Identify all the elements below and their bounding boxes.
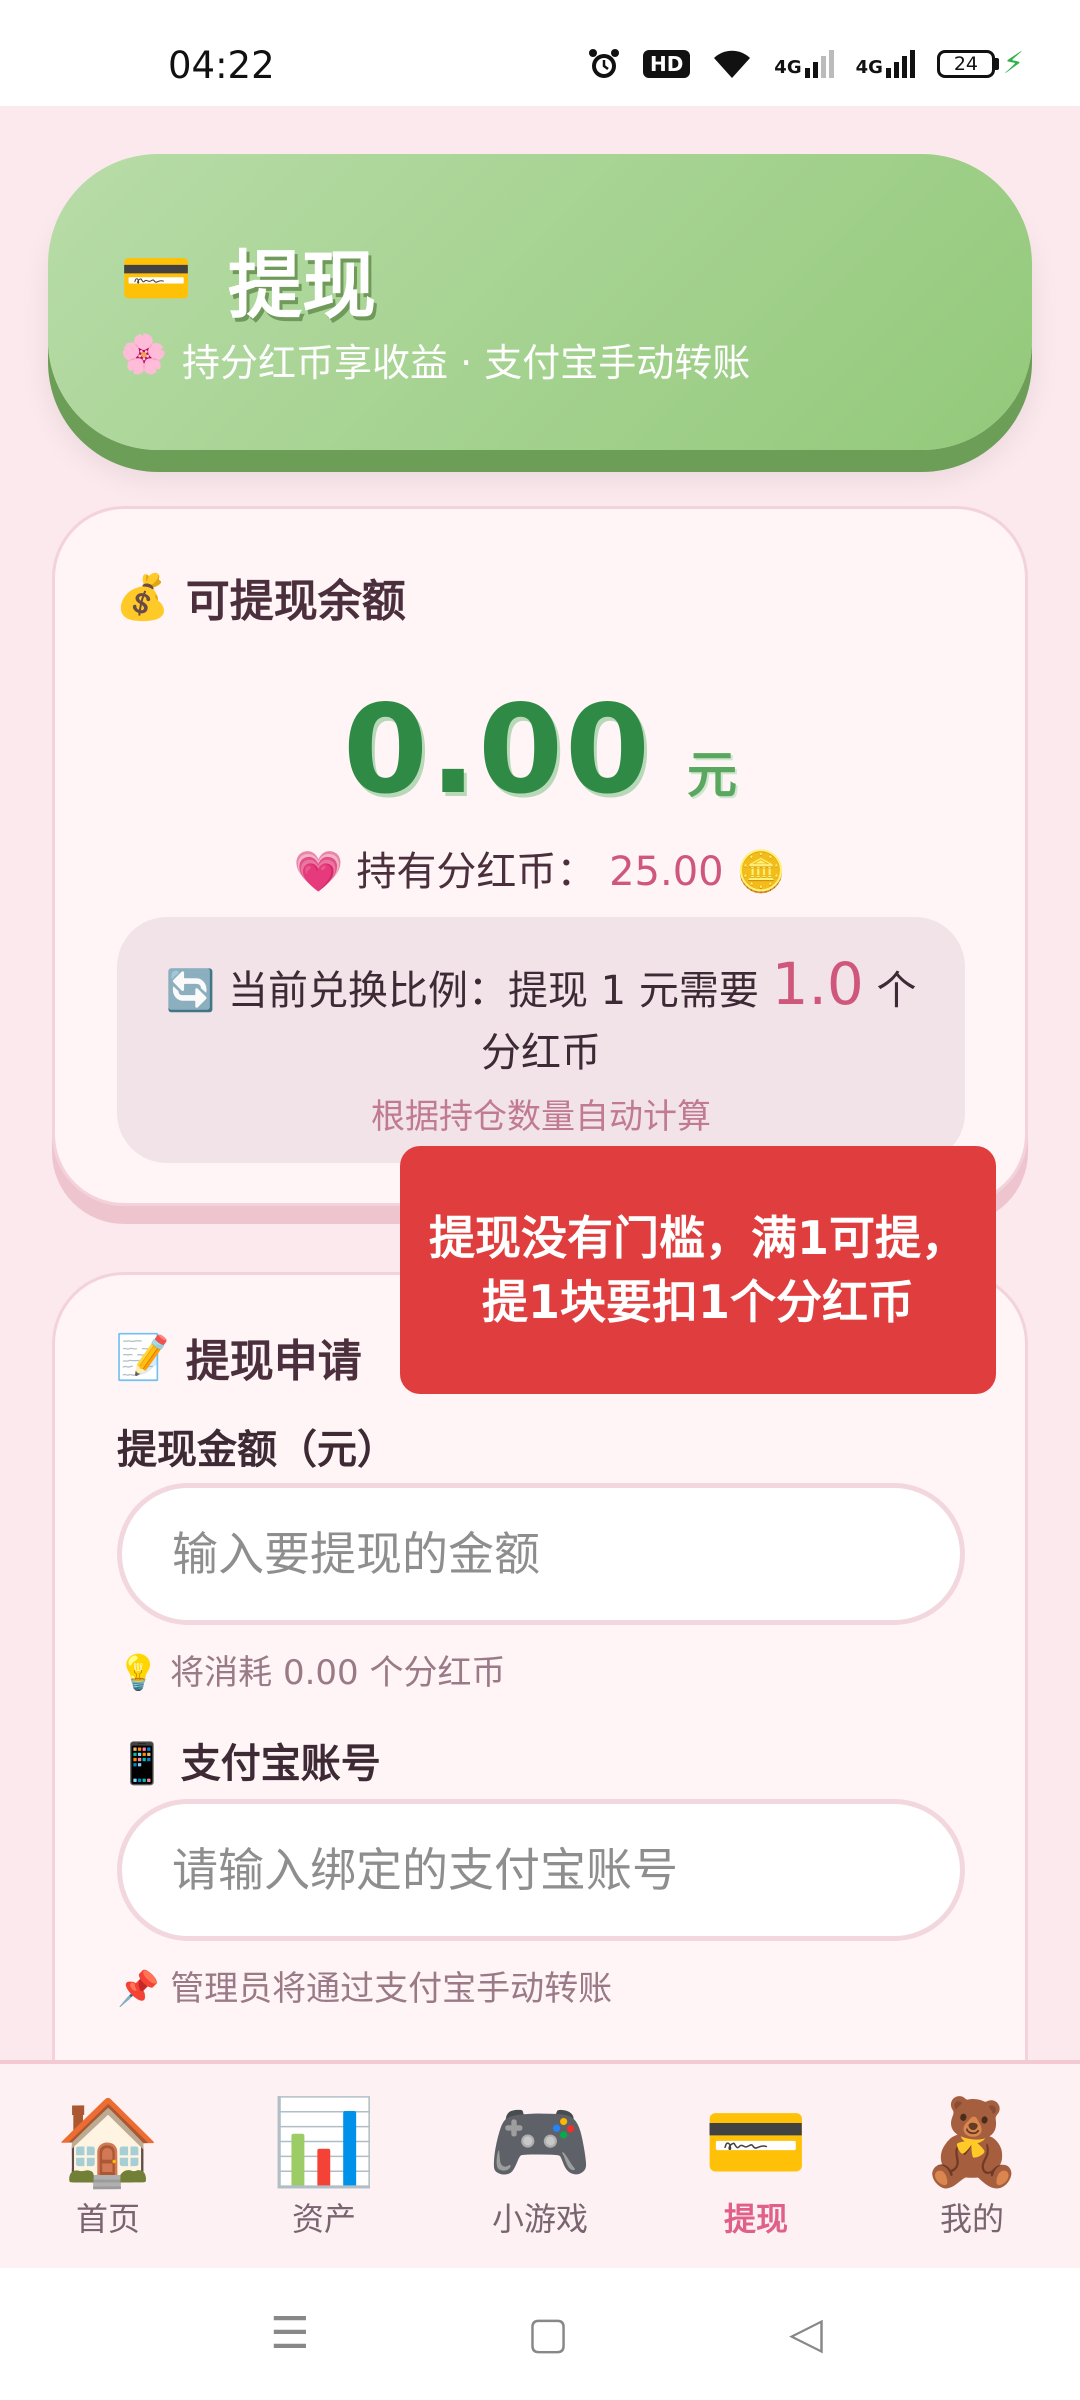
exchange-ratio-box: 🔄 当前兑换比例：提现 1 元需要 1.0 个分红币 根据持仓数量自动计算: [117, 917, 965, 1163]
balance-card: 💰 可提现余额 0.00 元 💗 持有分红币： 25.00 🪙 🔄 当前兑换比例…: [52, 506, 1028, 1206]
chart-icon: 📊: [271, 2093, 377, 2191]
nav-label: 我的: [939, 2200, 1004, 2238]
held-coins-value: 25.00: [609, 849, 724, 895]
wifi-icon: [712, 48, 752, 80]
money-bag-icon: 💰: [115, 572, 170, 623]
coin-icon: 🪙: [736, 849, 787, 895]
credit-card-icon: 💳: [703, 2093, 809, 2191]
withdrawable-amount: 0.00 元: [55, 679, 1025, 821]
amount-value: 0.00: [342, 679, 652, 821]
status-icons: HD 4G 4G 24 ⚡: [587, 46, 1024, 81]
nav-item-assets[interactable]: 📊 资产: [244, 2094, 404, 2240]
flower-icon: 🌸: [120, 332, 168, 376]
amount-input[interactable]: [117, 1483, 965, 1625]
credit-card-icon: 💳: [120, 244, 193, 312]
nav-label: 资产: [291, 2200, 356, 2238]
signal-2-icon: 4G: [855, 49, 915, 78]
exchange-ratio-text: 🔄 当前兑换比例：提现 1 元需要 1.0 个分红币: [157, 953, 925, 1084]
balance-title-label: 可提现余额: [185, 576, 406, 627]
nav-label: 小游戏: [491, 2200, 588, 2238]
balance-card-title: 💰 可提现余额: [115, 565, 406, 629]
house-icon: 🏠: [55, 2093, 161, 2191]
held-coins: 💗 持有分红币： 25.00 🪙: [55, 839, 1025, 897]
pin-icon: 📌: [117, 1969, 160, 2009]
nav-item-withdraw[interactable]: 💳 提现: [676, 2094, 836, 2240]
apply-title-label: 提现申请: [185, 1336, 362, 1387]
amount-unit: 元: [687, 746, 738, 804]
gamepad-icon: 🎮: [487, 2093, 593, 2191]
battery-level: 24: [936, 49, 995, 78]
held-coins-label: 持有分红币：: [356, 849, 597, 895]
teddy-bear-icon: 🧸: [919, 2093, 1025, 2191]
nav-item-profile[interactable]: 🧸 我的: [892, 2094, 1052, 2240]
menu-icon[interactable]: ☰: [260, 2308, 320, 2359]
apply-card-title: 📝 提现申请: [115, 1325, 362, 1389]
page-subtitle: 持分红币享收益 · 支付宝手动转账: [182, 341, 751, 385]
withdraw-header: 💳 提现 🌸 持分红币享收益 · 支付宝手动转账: [48, 154, 1032, 450]
phone-icon: 📱: [117, 1741, 167, 1787]
charging-icon: ⚡: [1002, 46, 1024, 81]
bottom-nav: 🏠 首页 📊 资产 🎮 小游戏 💳 提现 🧸 我的: [0, 2060, 1080, 2270]
alarm-icon: [587, 47, 621, 81]
nav-item-games[interactable]: 🎮 小游戏: [460, 2094, 620, 2240]
alipay-account-input[interactable]: [117, 1799, 965, 1941]
nav-label: 首页: [75, 2200, 140, 2238]
page-title: 提现: [228, 243, 376, 329]
system-nav-bar: ☰ ▢ ◁: [0, 2268, 1080, 2400]
withdraw-apply-card: 📝 提现申请 提现金额（元） 💡 将消耗 0.00 个分红币 📱 支付宝账号 📌…: [52, 1272, 1028, 2172]
nav-item-home[interactable]: 🏠 首页: [28, 2094, 188, 2240]
toast-message: 提现没有门槛，满1可提，提1块要扣1个分红币: [400, 1146, 996, 1394]
amount-field-label: 提现金额（元）: [117, 1427, 397, 1473]
hd-icon: HD: [642, 49, 691, 78]
status-bar: 04:22 HD 4G 4G 24 ⚡: [0, 0, 1080, 106]
network-type-label: 4G: [855, 56, 883, 78]
admin-hint-text: 管理员将通过支付宝手动转账: [170, 1969, 613, 2009]
lightbulb-icon: 💡: [117, 1653, 160, 1693]
consume-hint-text: 将消耗 0.00 个分红币: [170, 1653, 506, 1693]
exchange-icon: 🔄: [165, 968, 216, 1014]
home-square-icon[interactable]: ▢: [518, 2308, 578, 2359]
memo-icon: 📝: [115, 1332, 170, 1383]
ratio-note: 根据持仓数量自动计算: [371, 1097, 711, 1137]
status-time: 04:22: [168, 44, 275, 87]
ratio-value: 1.0: [771, 950, 864, 1018]
network-type-label: 4G: [774, 56, 802, 78]
alipay-field-label: 📱 支付宝账号: [117, 1731, 381, 1789]
nav-label: 提现: [723, 2200, 788, 2238]
heart-icon: 💗: [293, 849, 344, 895]
admin-hint: 📌 管理员将通过支付宝手动转账: [117, 1961, 612, 2010]
consume-hint: 💡 将消耗 0.00 个分红币: [117, 1645, 505, 1694]
battery-icon: 24 ⚡: [936, 46, 1024, 81]
ratio-prefix: 当前兑换比例：提现 1 元需要: [227, 968, 759, 1014]
signal-1-icon: 4G: [774, 49, 834, 78]
back-triangle-icon[interactable]: ◁: [776, 2308, 836, 2359]
alipay-label-text: 支付宝账号: [180, 1741, 381, 1787]
